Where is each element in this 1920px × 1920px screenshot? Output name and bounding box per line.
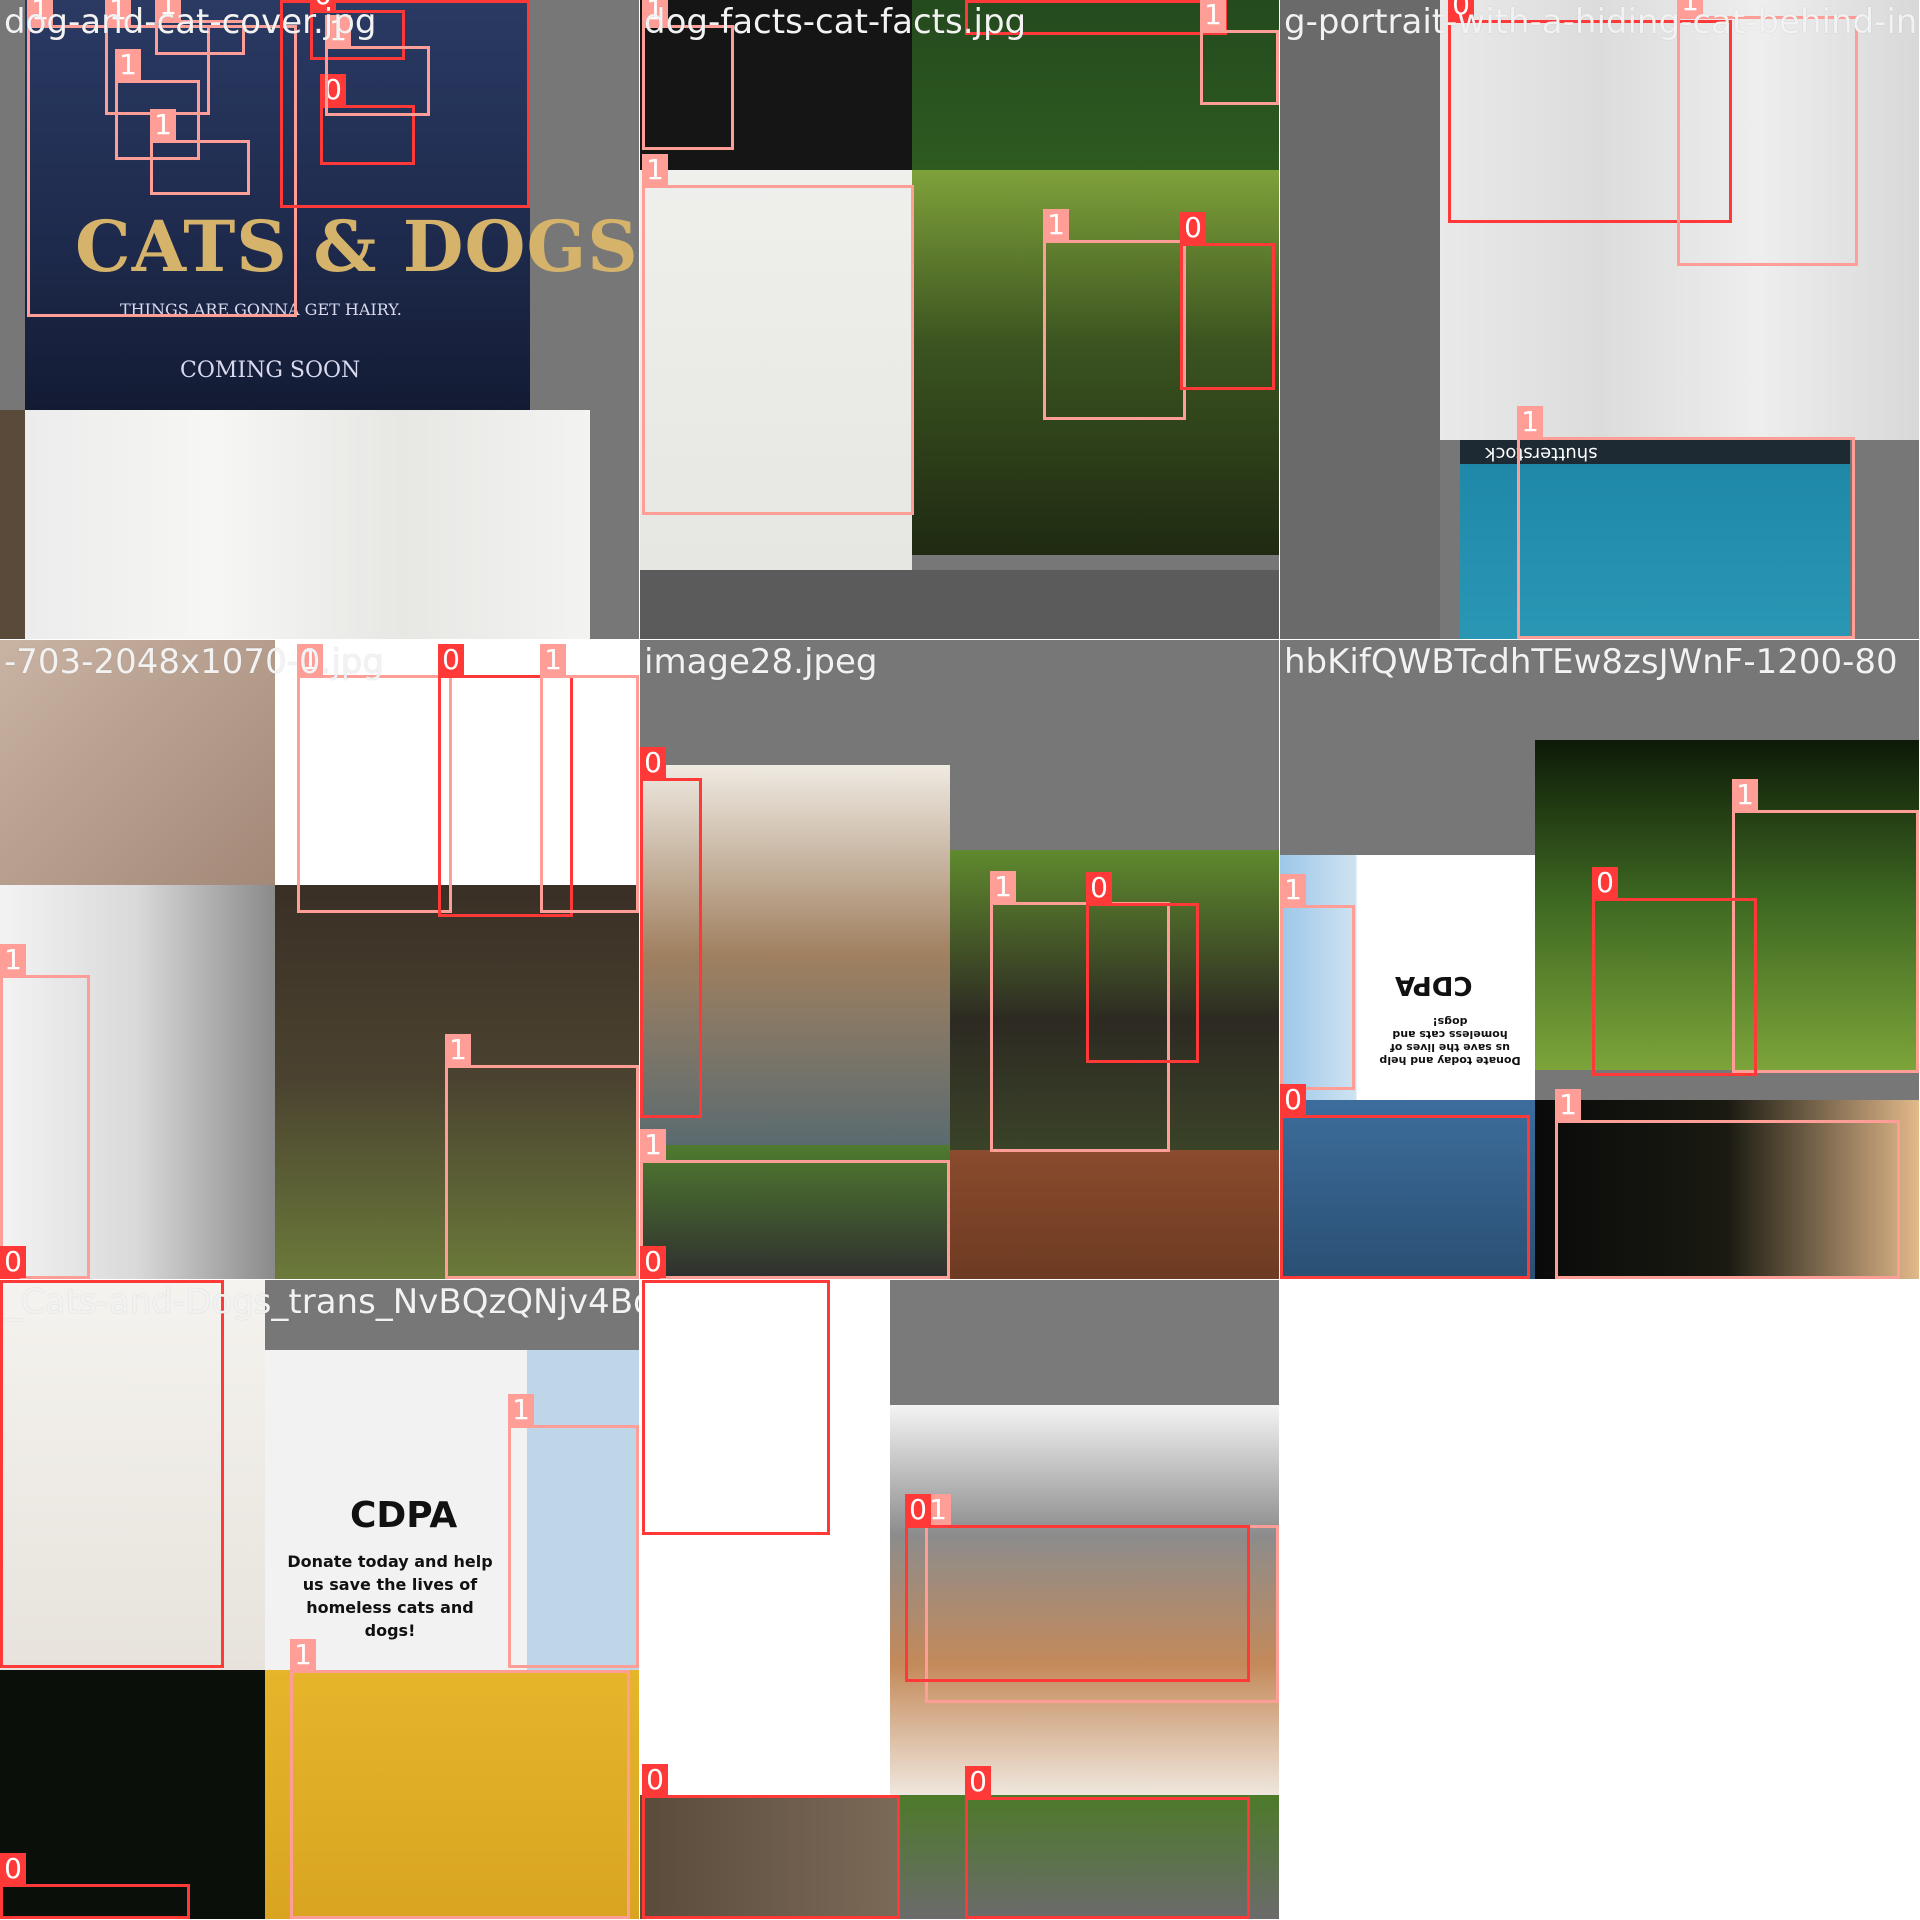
image-fragment	[0, 410, 25, 639]
detection-box: 1	[1200, 0, 1279, 105]
detection-box: 1	[642, 154, 914, 515]
detection-box: 1	[1555, 1089, 1900, 1279]
tile-image28[interactable]: 0 1 0 1 0 image28.jpeg	[640, 640, 1279, 1279]
detection-box: 0	[1592, 867, 1757, 1076]
detection-box: 0	[1280, 1084, 1530, 1279]
detection-box: 0	[1086, 872, 1199, 1063]
tile-filename: dog-and-cat-cover.jpg	[4, 2, 377, 42]
class-label: 0	[642, 1280, 668, 1281]
class-label: 1	[640, 1129, 666, 1161]
mosaic-grid: CATS & DOGS THINGS ARE GONNA GET HAIRY. …	[0, 0, 1920, 1920]
detection-box: 1	[297, 644, 452, 913]
tile-filename: -703-2048x1070-0.jpg	[4, 642, 384, 682]
dark-image	[0, 1670, 265, 1919]
detection-box: 0	[965, 1766, 1250, 1919]
detection-box: 1	[540, 644, 639, 913]
tile-dog-facts-cat-facts[interactable]: 1 0 1 1 1 0 dog-facts-cat-facts.jpg	[640, 0, 1279, 639]
sofa-image	[950, 1150, 1279, 1279]
class-label: 0	[1592, 867, 1618, 899]
class-label: 0	[640, 1246, 666, 1278]
class-label: 1	[445, 1034, 471, 1066]
class-label: 0	[965, 0, 991, 1]
tile-703-2048x1070[interactable]: 1 0 1 1 0 1 -703-2048x1070-0.jpg	[0, 640, 639, 1279]
detection-box: 1	[1677, 0, 1858, 266]
detection-box: 1	[445, 1034, 639, 1279]
class-label: 1	[1200, 0, 1226, 31]
detection-box: 1	[0, 1280, 224, 1668]
tile-cats-and-dogs-trans[interactable]: CDPA Donate today and help us save the l…	[0, 1280, 639, 1919]
detection-box: 0	[0, 1853, 190, 1919]
tile-filename: image28.jpeg	[644, 642, 878, 682]
detection-box: 1	[1280, 874, 1355, 1090]
detection-box: 1	[325, 15, 430, 116]
padding	[890, 1280, 1279, 1405]
class-label: 0	[1086, 872, 1112, 904]
class-label: 1	[290, 1639, 316, 1671]
tile-filename: g-portrait-with-a-hiding-cat-behind-in-f	[1284, 2, 1919, 42]
padding	[1280, 0, 1440, 639]
tile-cat-on-dog[interactable]: 0 1 0 0 0	[640, 1280, 1279, 1919]
class-label: 0	[905, 1494, 931, 1526]
curtain-image	[25, 410, 590, 639]
poster-coming-soon: COMING SOON	[180, 358, 361, 383]
class-label: 0	[438, 644, 464, 676]
padding	[640, 570, 1279, 639]
detection-box: 1	[0, 944, 90, 1279]
detection-box: 0	[640, 747, 702, 1118]
class-label: 1	[115, 49, 141, 81]
class-label: 1	[1280, 874, 1306, 906]
cdpa-text: Donate today and help us save the lives …	[287, 1552, 493, 1640]
class-label: 1	[508, 1394, 534, 1426]
class-label: 1	[150, 109, 176, 141]
tile-filename: hbKifQWBTcdhTEw8zsJWnF-1200-80	[1284, 642, 1898, 682]
detection-box: 1	[508, 1394, 639, 1668]
detection-box: 1	[290, 1639, 630, 1919]
class-label: 1	[540, 644, 566, 676]
class-label: 1	[990, 871, 1016, 903]
detection-box: 0	[640, 1246, 666, 1279]
detection-box: 1	[1043, 209, 1186, 420]
detection-box: 0	[905, 1494, 1250, 1682]
detection-box: 1	[642, 0, 734, 150]
class-label: 0	[965, 1766, 991, 1798]
class-label: 0	[0, 1246, 26, 1278]
detection-box: 1	[1732, 779, 1919, 1073]
detection-box: 0	[642, 1764, 900, 1919]
detection-box: 1	[640, 1129, 950, 1279]
class-label: 0	[1280, 1084, 1306, 1116]
cdpa-text: Donate today and help us save the lives …	[1379, 1015, 1521, 1067]
class-label: 1	[1732, 779, 1758, 811]
cdpa-title: CDPA	[1395, 970, 1473, 1000]
cdpa-title: CDPA	[350, 1495, 458, 1536]
detection-box: 0	[642, 1280, 830, 1535]
detection-box: 0	[0, 1246, 26, 1279]
class-label: 0	[642, 1764, 668, 1796]
class-label: 0	[280, 0, 306, 1]
tile-hbKifQWBTcdhTEw8zsJWnF[interactable]: CDPA Donate today and help us save the l…	[1280, 640, 1919, 1279]
detection-box: 1	[150, 109, 250, 195]
class-label: 1	[1517, 406, 1543, 438]
tile-filename: dog-facts-cat-facts.jpg	[644, 2, 1027, 42]
class-label: 0	[640, 747, 666, 779]
class-label: 0	[0, 1853, 26, 1885]
tile-filename: _Cats-and-Dogs_trans_NvBQzQNjv4Bq...	[4, 1282, 639, 1322]
class-label: 1	[0, 944, 26, 976]
detection-box: 1	[1517, 406, 1855, 639]
tile-dog-portrait-hiding-cat[interactable]: shutterstock 0 1 1 g-portrait-with-a-hid…	[1280, 0, 1919, 639]
class-label: 0	[1180, 212, 1206, 244]
class-label: 1	[1043, 209, 1069, 241]
class-label: 1	[0, 1280, 26, 1281]
detection-box: 0	[1180, 212, 1275, 390]
tile-dog-and-cat-cover[interactable]: CATS & DOGS THINGS ARE GONNA GET HAIRY. …	[0, 0, 639, 639]
class-label: 1	[642, 154, 668, 186]
class-label: 1	[1555, 1089, 1581, 1121]
